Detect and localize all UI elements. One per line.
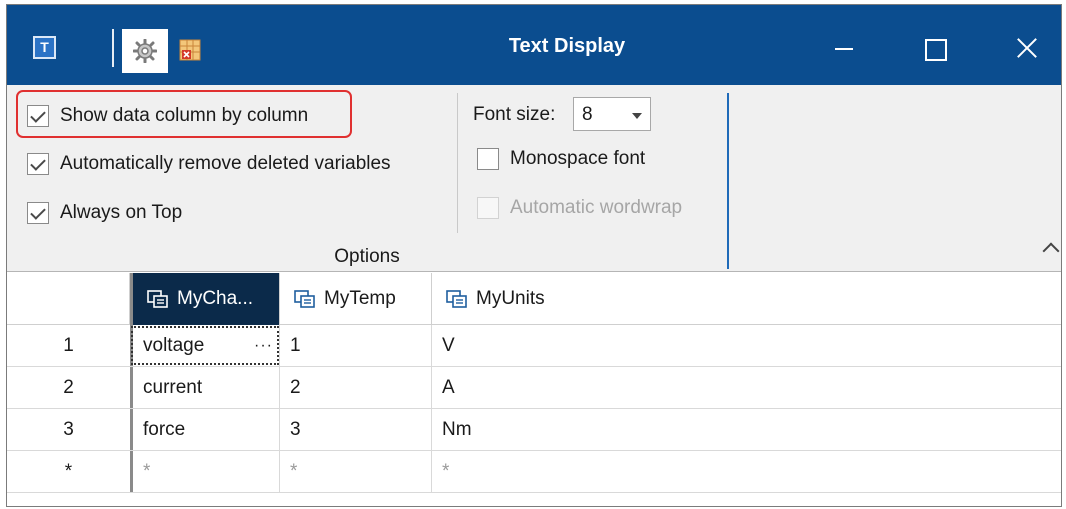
table-cell[interactable]: A: [432, 367, 1061, 408]
checkbox-box[interactable]: [27, 153, 49, 175]
table-cell[interactable]: current: [130, 367, 280, 408]
settings-button[interactable]: [122, 29, 168, 73]
table-cell[interactable]: 3: [280, 409, 432, 450]
checkbox-box: [477, 197, 499, 219]
new-row-cell[interactable]: *: [432, 451, 1061, 492]
font-size-dropdown[interactable]: 8: [573, 97, 651, 131]
collapse-ribbon-icon[interactable]: [1042, 242, 1060, 260]
checkbox-box[interactable]: [477, 148, 499, 170]
title-bar: T Text Display: [7, 5, 1061, 85]
table-cell[interactable]: force: [130, 409, 280, 450]
row-header[interactable]: 1: [7, 325, 130, 366]
auto-remove-deleted-variables-checkbox[interactable]: Automatically remove deleted variables: [27, 149, 391, 179]
table-row: 3 force 3 Nm: [7, 409, 1061, 451]
table-cell[interactable]: 1: [280, 325, 432, 366]
text-display-app-icon[interactable]: T: [33, 36, 56, 59]
maximize-button[interactable]: [910, 25, 960, 71]
channel-icon: [294, 290, 315, 308]
automatic-wordwrap-checkbox: Automatic wordwrap: [477, 193, 682, 223]
gear-icon: [133, 39, 157, 63]
table-delete-icon: [179, 39, 201, 61]
new-row-cell[interactable]: *: [130, 451, 280, 492]
new-row-cell[interactable]: *: [280, 451, 432, 492]
column-header-label: MyUnits: [476, 288, 545, 309]
table-cell[interactable]: Nm: [432, 409, 1061, 450]
close-button[interactable]: [1002, 25, 1052, 71]
channel-icon: [147, 290, 168, 308]
table-cell[interactable]: V: [432, 325, 1061, 366]
chevron-down-icon[interactable]: [632, 113, 642, 119]
column-header-mytemp[interactable]: MyTemp: [280, 273, 432, 325]
ribbon: Show data column by column Automatically…: [7, 85, 1061, 272]
monospace-font-checkbox[interactable]: Monospace font: [477, 144, 645, 174]
row-header[interactable]: 3: [7, 409, 130, 450]
always-on-top-checkbox[interactable]: Always on Top: [27, 198, 182, 228]
table-cell[interactable]: 2: [280, 367, 432, 408]
show-data-column-by-column-checkbox[interactable]: Show data column by column: [27, 101, 308, 131]
toolbar-separator: [112, 29, 114, 67]
checkbox-label: Show data column by column: [60, 105, 309, 126]
text-display-window: T Text Display Show data column by colum…: [6, 4, 1062, 507]
clear-table-button[interactable]: [173, 33, 207, 67]
row-header[interactable]: *: [7, 451, 130, 492]
column-header-mychannel[interactable]: MyCha...: [130, 273, 280, 325]
grid-header-row: MyCha... MyTemp MyUnits: [7, 273, 1061, 325]
checkbox-label: Monospace font: [510, 148, 646, 169]
font-size-label: Font size:: [473, 104, 556, 125]
column-header-label: MyCha...: [177, 288, 254, 309]
checkbox-label: Automatic wordwrap: [510, 197, 683, 218]
font-size-value: 8: [582, 104, 593, 125]
checkbox-label: Always on Top: [60, 202, 183, 223]
data-grid: MyCha... MyTemp MyUnits 1 voltage ··· 1 …: [7, 273, 1061, 506]
window-title: Text Display: [508, 35, 626, 57]
ribbon-group-end-separator: [727, 93, 729, 269]
minimize-button[interactable]: [819, 25, 869, 71]
column-header-label: MyTemp: [324, 288, 396, 309]
ellipsis-button[interactable]: ···: [254, 325, 273, 366]
group-separator: [457, 93, 458, 233]
checkbox-box[interactable]: [27, 202, 49, 224]
table-cell[interactable]: voltage ···: [130, 325, 280, 366]
table-row: 1 voltage ··· 1 V: [7, 325, 1061, 367]
table-row: 2 current 2 A: [7, 367, 1061, 409]
channel-icon: [446, 290, 467, 308]
column-header-myunits[interactable]: MyUnits: [432, 273, 1061, 325]
row-header[interactable]: 2: [7, 367, 130, 408]
checkbox-box[interactable]: [27, 105, 49, 127]
options-group-label: Options: [334, 246, 400, 267]
checkbox-label: Automatically remove deleted variables: [60, 153, 391, 174]
new-row: * * * *: [7, 451, 1061, 493]
cell-value: voltage: [143, 335, 205, 356]
grid-corner-cell[interactable]: [7, 273, 130, 325]
